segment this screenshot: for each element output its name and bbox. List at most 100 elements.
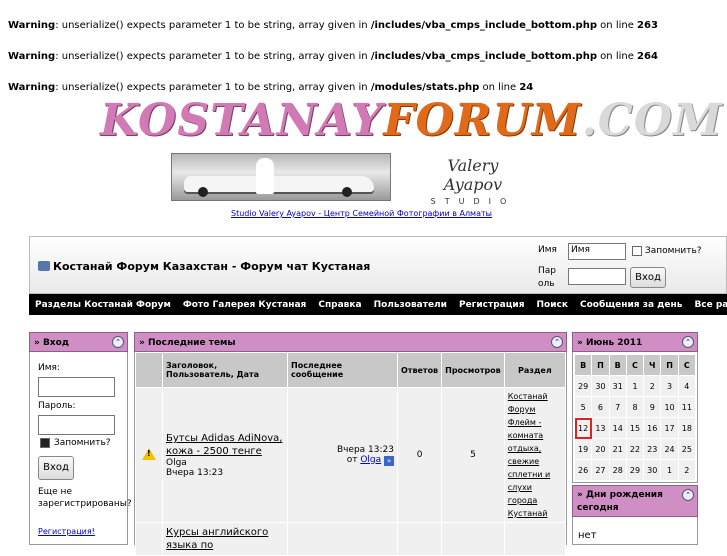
nav-item-gallery[interactable]: Фото Галерея Кустаная bbox=[183, 300, 307, 310]
sidebar-register-link[interactable]: Регистрация! bbox=[38, 527, 95, 536]
weekday: Ч bbox=[643, 354, 662, 376]
col-last-post[interactable]: Последнее сообщение bbox=[287, 352, 398, 388]
weekday: С bbox=[677, 354, 697, 376]
calendar-day[interactable]: 19 bbox=[573, 438, 593, 460]
calendar-day[interactable]: 25 bbox=[677, 438, 697, 460]
sidebar-pass-label: Пароль: bbox=[38, 401, 76, 411]
calendar-day[interactable]: 1 bbox=[625, 375, 645, 397]
calendar-day[interactable]: 29 bbox=[573, 375, 593, 397]
weekday: В bbox=[608, 354, 627, 376]
nav-item-users[interactable]: Пользователи bbox=[374, 300, 447, 310]
calendar-day[interactable]: 30 bbox=[591, 375, 610, 397]
nav-item-sections[interactable]: Разделы Костанай Форум bbox=[35, 300, 171, 310]
login-name-label: Имя bbox=[538, 245, 557, 255]
main-navbar: Разделы Костанай Форум Фото Галерея Куст… bbox=[29, 294, 727, 315]
login-pass-input[interactable] bbox=[568, 268, 626, 285]
sidebar-login-button[interactable]: Вход bbox=[38, 456, 74, 480]
forum-header: Костанай Форум Казахстан - Форум чат Кус… bbox=[29, 236, 727, 294]
last-post-user[interactable]: Olga bbox=[360, 455, 381, 465]
calendar-day[interactable]: 8 bbox=[625, 396, 645, 418]
calendar-day[interactable]: 27 bbox=[591, 459, 610, 481]
nav-item-mark-read[interactable]: Все разделы прочитаны bbox=[694, 300, 727, 310]
weekday: В bbox=[573, 354, 593, 376]
calendar-day[interactable]: 4 bbox=[677, 375, 697, 397]
go-to-post-icon[interactable]: » bbox=[384, 455, 394, 466]
login-name-input[interactable]: Имя bbox=[568, 243, 626, 260]
col-icon bbox=[135, 352, 163, 388]
replies-count: 0 bbox=[396, 387, 443, 523]
sidebar-name-input[interactable] bbox=[38, 377, 115, 397]
nav-item-help[interactable]: Справка bbox=[318, 300, 361, 310]
calendar-day[interactable]: 17 bbox=[660, 417, 679, 439]
calendar-day[interactable]: 20 bbox=[591, 438, 610, 460]
calendar-day[interactable]: 16 bbox=[643, 417, 662, 439]
weekday: П bbox=[660, 354, 679, 376]
calendar-day[interactable]: 1 bbox=[660, 459, 679, 481]
calendar-day[interactable]: 18 bbox=[677, 417, 697, 439]
calendar-day[interactable]: 6 bbox=[591, 396, 610, 418]
topic-title-link[interactable]: Курсы английского языка по bbox=[166, 527, 268, 551]
calendar-day[interactable]: 10 bbox=[660, 396, 679, 418]
remember-label: Запомнить? bbox=[645, 246, 702, 256]
nav-item-today-posts[interactable]: Сообщения за день bbox=[580, 300, 682, 310]
calendar-day[interactable]: 3 bbox=[660, 375, 679, 397]
calendar-day[interactable]: 30 bbox=[643, 459, 662, 481]
sidebar-not-registered: Еще не зарегистрированы? bbox=[38, 487, 132, 509]
calendar-day[interactable]: 21 bbox=[608, 438, 627, 460]
calendar-title: » Июнь 2011 ⌃ bbox=[572, 332, 698, 352]
table-row: Курсы английского языка по bbox=[135, 522, 567, 556]
php-warning-3: Warning: unserialize() expects parameter… bbox=[8, 82, 534, 93]
sidebar-pass-input[interactable] bbox=[38, 415, 115, 435]
views-count: 5 bbox=[441, 387, 505, 523]
site-logo[interactable]: KOSTANAYFORUM.COM bbox=[100, 97, 723, 145]
login-button[interactable]: Вход bbox=[630, 267, 666, 288]
calendar-day-today[interactable]: 12 bbox=[573, 417, 593, 439]
calendar-day[interactable]: 13 bbox=[591, 417, 610, 439]
birthdays-panel: » Дни рождения сегодня ⌃ нет bbox=[572, 485, 698, 545]
col-title[interactable]: Заголовок, Пользователь, Дата bbox=[162, 352, 288, 388]
calendar-day[interactable]: 31 bbox=[608, 375, 627, 397]
php-warning-1: Warning: unserialize() expects parameter… bbox=[8, 20, 658, 31]
calendar-day[interactable]: 23 bbox=[643, 438, 662, 460]
wedding-banner-image[interactable] bbox=[171, 153, 391, 201]
collapse-icon[interactable]: ⌃ bbox=[682, 336, 694, 348]
weekday: С bbox=[625, 354, 645, 376]
calendar-day[interactable]: 29 bbox=[625, 459, 645, 481]
calendar-day[interactable]: 26 bbox=[573, 459, 593, 481]
forum-title[interactable]: Костанай Форум Казахстан - Форум чат Кус… bbox=[38, 260, 370, 273]
section-link[interactable]: Костанай Форум Флейм - комната отдыха, с… bbox=[508, 392, 551, 518]
calendar-day[interactable]: 7 bbox=[608, 396, 627, 418]
php-warning-2: Warning: unserialize() expects parameter… bbox=[8, 51, 658, 62]
last-post-prefix: от bbox=[346, 454, 361, 465]
nav-item-register[interactable]: Регистрация bbox=[459, 300, 525, 310]
col-replies[interactable]: Ответов bbox=[396, 352, 443, 388]
remember-checkbox[interactable] bbox=[632, 246, 642, 256]
calendar-day[interactable]: 5 bbox=[573, 396, 593, 418]
topic-title-link[interactable]: Бутсы Adidas AdiNova, кожа - 2500 тенге bbox=[166, 433, 282, 457]
birthdays-value: нет bbox=[578, 530, 597, 541]
calendar-day[interactable]: 2 bbox=[643, 375, 662, 397]
collapse-icon[interactable]: ⌃ bbox=[112, 336, 124, 348]
topic-user[interactable]: Olga bbox=[166, 458, 187, 468]
calendar-day[interactable]: 2 bbox=[677, 459, 697, 481]
sidebar-login-title: » Вход ⌃ bbox=[29, 332, 128, 352]
calendar-day[interactable]: 15 bbox=[625, 417, 645, 439]
latest-topics-panel: » Последние темы ⌃ Заголовок, Пользовател… bbox=[134, 332, 567, 556]
calendar-day[interactable]: 24 bbox=[660, 438, 679, 460]
calendar-day[interactable]: 14 bbox=[608, 417, 627, 439]
col-section[interactable]: Раздел bbox=[503, 352, 567, 388]
topics-table: Заголовок, Пользователь, Дата Последнее … bbox=[135, 352, 567, 556]
nav-item-search[interactable]: Поиск bbox=[537, 300, 568, 310]
studio-link[interactable]: Studio Valery Ayapov - Центр Семейной Фо… bbox=[231, 209, 492, 218]
calendar-day[interactable]: 22 bbox=[625, 438, 645, 460]
latest-topics-title: » Последние темы ⌃ bbox=[134, 332, 567, 352]
collapse-icon[interactable]: ⌃ bbox=[551, 336, 563, 348]
calendar-day[interactable]: 11 bbox=[677, 396, 697, 418]
last-post-time: Вчера 13:23 bbox=[336, 444, 394, 455]
topic-date: Вчера 13:23 bbox=[166, 468, 224, 478]
calendar-day[interactable]: 9 bbox=[643, 396, 662, 418]
calendar-day[interactable]: 28 bbox=[608, 459, 627, 481]
sidebar-remember-checkbox[interactable] bbox=[40, 438, 50, 448]
collapse-icon[interactable]: ⌃ bbox=[682, 489, 694, 501]
col-views[interactable]: Просмотров bbox=[441, 352, 505, 388]
